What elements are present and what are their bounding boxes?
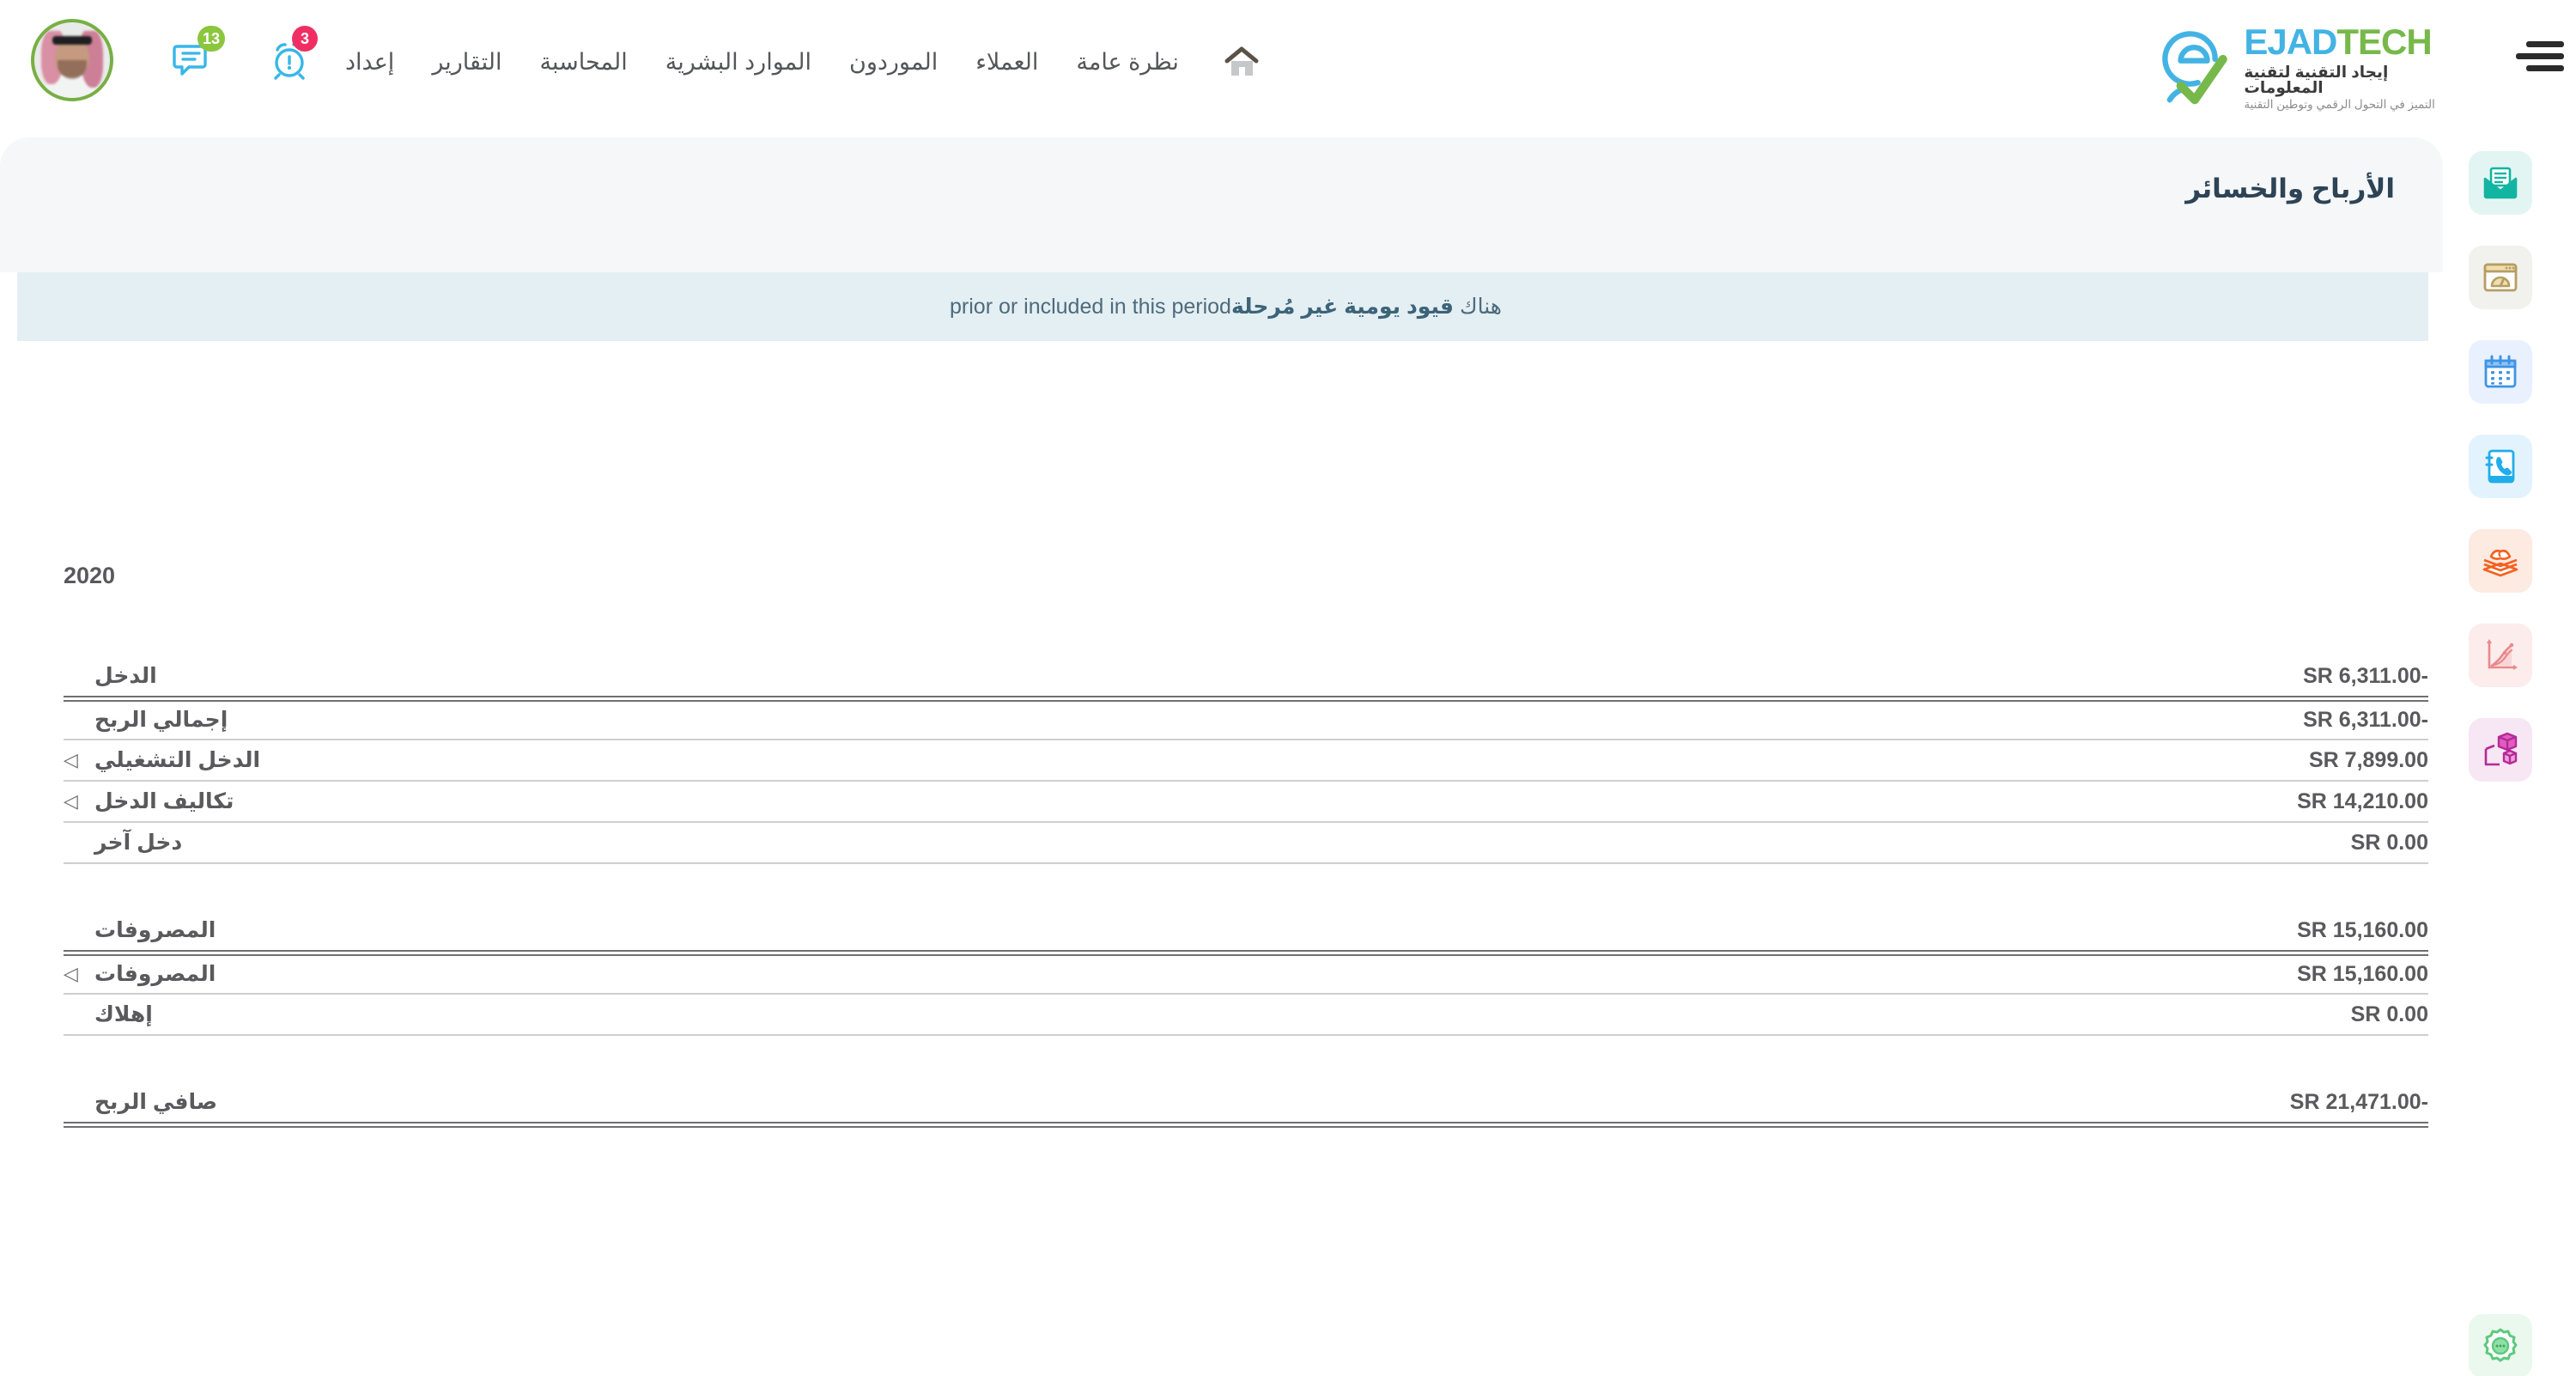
dashboard-icon[interactable] [2469, 246, 2532, 309]
row-expand-placeholder [64, 911, 94, 953]
row-expand-toggle[interactable]: ◁ [64, 781, 94, 822]
table-spacer [64, 863, 2428, 911]
calendar-icon[interactable] [2469, 340, 2532, 404]
hamburger-menu-icon[interactable] [2516, 41, 2564, 76]
row-expand-placeholder [64, 994, 94, 1035]
row-label: الدخل [94, 657, 1090, 698]
table-row[interactable]: SR 15,160.00 المصروفات [64, 911, 2428, 953]
table-row[interactable]: SR 6,311.00- إجمالي الربح [64, 698, 2428, 740]
brand-logo[interactable]: EJADTECH إيجاد التقنية لتقنية المعلومات … [2151, 24, 2451, 110]
top-bar: 13 3 نظرة عامة [0, 0, 2576, 137]
logo-secondary-text: TECH [2336, 21, 2431, 62]
logo-primary-text: EJAD [2244, 21, 2336, 62]
profit-loss-table: SR 6,311.00- الدخل SR 6,311.00- إجمالي ا… [64, 657, 2428, 1128]
nav-hr[interactable]: الموارد البشرية [647, 49, 830, 76]
row-value: SR 0.00 [2085, 994, 2428, 1035]
mail-envelope-icon [2481, 163, 2520, 203]
row-label: إجمالي الربح [94, 698, 1090, 740]
page-title: الأرباح والخسائر [2185, 174, 2395, 204]
row-value: SR 6,311.00- [2085, 698, 2428, 740]
table-row[interactable]: SR 6,311.00- الدخل [64, 657, 2428, 698]
page-header: الأرباح والخسائر [0, 137, 2443, 272]
table-row[interactable]: SR 14,210.00 تكاليف الدخل ◁ [64, 781, 2428, 822]
row-label: دخل آخر [94, 822, 1090, 863]
profit-loss-report: 2020 SR 6,311.00- الدخل SR 6,311.00- إجم… [17, 356, 2443, 1376]
unposted-entries-banner: هناك قيود يومية غير مُرحلة prior or incl… [17, 272, 2428, 341]
settings-gear-icon[interactable] [2469, 1314, 2532, 1376]
money-stack-icon[interactable] [2469, 529, 2532, 593]
unposted-journal-entries-link[interactable]: قيود يومية غير مُرحلة [1231, 295, 1454, 319]
home-icon [1224, 45, 1260, 79]
row-expand-placeholder [64, 657, 94, 698]
banner-prefix: هناك [1454, 295, 1502, 319]
nav-home[interactable] [1198, 45, 1282, 79]
banner-text: هناك قيود يومية غير مُرحلة prior or incl… [944, 294, 1502, 320]
row-value: SR 14,210.00 [2085, 781, 2428, 822]
row-label: إهلاك [94, 994, 1090, 1035]
table-spacer [64, 1035, 2428, 1083]
boxes-icon [2481, 730, 2520, 770]
row-value: SR 21,471.00- [2085, 1083, 2428, 1124]
table-row[interactable]: SR 15,160.00 المصروفات ◁ [64, 953, 2428, 994]
row-label: صافي الربح [94, 1083, 1090, 1124]
table-row[interactable]: SR 0.00 دخل آخر [64, 822, 2428, 863]
nav-suppliers[interactable]: الموردون [830, 49, 957, 76]
logo-arabic-line-2: التميز في التحول الرقمي وتوطين التقنية [2244, 99, 2451, 111]
logo-arabic-line-1: إيجاد التقنية لتقنية المعلومات [2244, 64, 2451, 96]
line-chart-icon [2481, 636, 2520, 675]
row-label: الدخل التشغيلي [94, 740, 1090, 781]
row-value: SR 0.00 [2085, 822, 2428, 863]
row-value: SR 6,311.00- [2085, 657, 2428, 698]
right-icon-rail [2443, 137, 2576, 1376]
row-expand-toggle[interactable]: ◁ [64, 953, 94, 994]
dashboard-gauge-icon [2481, 258, 2520, 297]
analytics-chart-icon[interactable] [2469, 624, 2532, 687]
row-label: المصروفات [94, 911, 1090, 953]
row-expand-placeholder [64, 822, 94, 863]
nav-reports[interactable]: التقارير [413, 49, 520, 76]
row-expand-toggle[interactable]: ◁ [64, 740, 94, 781]
app-root: 13 3 نظرة عامة [0, 0, 2576, 1376]
phonebook-icon[interactable] [2469, 435, 2532, 498]
row-label: المصروفات [94, 953, 1090, 994]
inventory-boxes-icon[interactable] [2469, 718, 2532, 782]
row-expand-placeholder [64, 698, 94, 740]
calendar-icon [2481, 352, 2520, 392]
table-row[interactable]: SR 21,471.00- صافي الربح [64, 1083, 2428, 1124]
banner-suffix: prior or included in this period [944, 295, 1231, 319]
mail-icon[interactable] [2469, 151, 2532, 215]
period-column-header: 2020 [64, 563, 115, 589]
row-label: تكاليف الدخل [94, 781, 1090, 822]
ejad-mark-icon [2151, 24, 2235, 110]
row-value: SR 15,160.00 [2085, 911, 2428, 953]
nav-overview[interactable]: نظرة عامة [1057, 49, 1197, 76]
gear-icon [2481, 1326, 2520, 1366]
row-value: SR 7,899.00 [2085, 740, 2428, 781]
row-expand-placeholder [64, 1083, 94, 1124]
nav-customers[interactable]: العملاء [957, 49, 1057, 76]
cash-stack-icon [2481, 541, 2520, 581]
main-content: الأرباح والخسائر هناك قيود يومية غير مُر… [0, 137, 2443, 1376]
row-value: SR 15,160.00 [2085, 953, 2428, 994]
phone-book-icon [2481, 447, 2520, 486]
table-row[interactable]: SR 7,899.00 الدخل التشغيلي ◁ [64, 740, 2428, 781]
table-row[interactable]: SR 0.00 إهلاك [64, 994, 2428, 1035]
nav-accounting[interactable]: المحاسبة [521, 49, 647, 76]
nav-setup[interactable]: إعداد [326, 49, 413, 76]
